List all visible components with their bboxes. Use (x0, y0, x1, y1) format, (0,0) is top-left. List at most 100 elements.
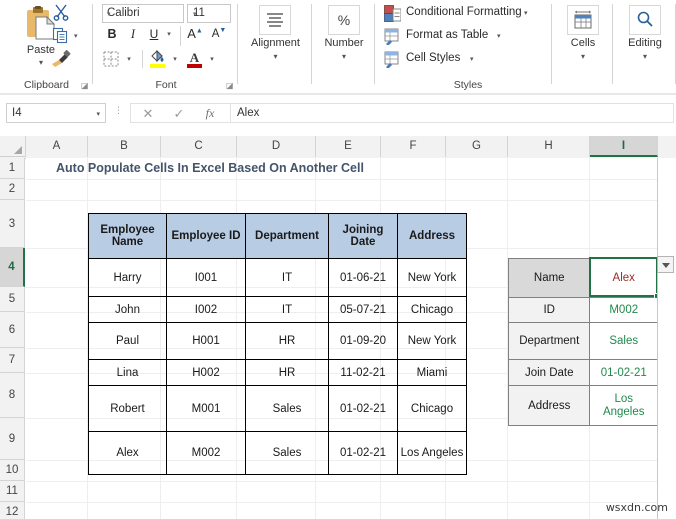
lookup-value-name[interactable]: Alex (589, 258, 658, 298)
cut-button[interactable] (52, 3, 70, 24)
find-select-icon (637, 11, 653, 27)
column-header-F[interactable]: F (381, 136, 446, 157)
format-painter-button[interactable] (50, 49, 72, 70)
editing-button[interactable] (629, 5, 661, 35)
row-header-9[interactable]: 9 (0, 418, 25, 460)
font-color-button[interactable]: A (186, 49, 203, 71)
bold-button[interactable]: B (104, 27, 120, 41)
italic-button[interactable]: I (125, 27, 141, 42)
ribbon-group-cells: Cells ▾ (553, 0, 613, 93)
column-header-A[interactable]: A (26, 136, 88, 157)
row-header-6[interactable]: 6 (0, 312, 25, 348)
row-header-8[interactable]: 8 (0, 373, 25, 418)
ribbon-group-number: % Number ▾ (313, 0, 375, 93)
alignment-button[interactable] (259, 5, 291, 35)
header-employee-id: Employee ID (166, 213, 246, 259)
row-header-10[interactable]: 10 (0, 460, 25, 481)
clipboard-group-label: Clipboard (24, 79, 69, 91)
cell-department: Sales (245, 431, 329, 475)
row-header-7[interactable]: 7 (0, 348, 25, 373)
scissors-icon (53, 4, 69, 21)
row-header-3[interactable]: 3 (0, 200, 25, 248)
lookup-row-department[interactable]: Department Sales (507, 322, 658, 360)
gridline (26, 179, 658, 180)
copy-button[interactable] (52, 27, 70, 48)
chevron-down-icon[interactable]: ▾ (524, 9, 528, 17)
name-box[interactable]: I4 ▾ (6, 103, 106, 123)
column-header-C[interactable]: C (161, 136, 237, 157)
lookup-value-id: M002 (589, 297, 658, 323)
borders-dropdown-caret[interactable]: ▾ (124, 55, 134, 63)
gridline (26, 502, 658, 503)
cells-dropdown-caret[interactable]: ▾ (553, 52, 613, 61)
row-header-2[interactable]: 2 (0, 179, 25, 200)
chevron-down-icon[interactable]: ▾ (497, 32, 501, 40)
column-header-I[interactable]: I (590, 136, 658, 157)
lookup-row-name[interactable]: Name Alex (507, 258, 658, 298)
row-header-1[interactable]: 1 (0, 158, 25, 179)
cells-label: Cells (570, 37, 596, 49)
table-row[interactable]: Robert M001 Sales 01-02-21 Chicago (88, 385, 467, 432)
sheet-surface[interactable]: Auto Populate Cells In Excel Based On An… (26, 158, 658, 520)
decrease-font-size-button[interactable]: A▼ (210, 27, 228, 40)
chevron-down-icon: ▾ (96, 111, 100, 118)
row-header-11[interactable]: 11 (0, 481, 25, 502)
confirm-edit-icon[interactable]: ✓ (164, 106, 194, 122)
cells-button[interactable] (567, 5, 599, 35)
font-size-combo[interactable]: 11 ▾ (187, 4, 231, 23)
lookup-value-department: Sales (589, 322, 658, 360)
chevron-down-icon[interactable]: ▾ (470, 55, 474, 63)
lookup-row-address[interactable]: Address Los Angeles (507, 385, 658, 426)
cell-name: John (88, 296, 167, 323)
column-header-D[interactable]: D (237, 136, 316, 157)
copy-dropdown-caret[interactable]: ▾ (74, 32, 78, 40)
vertical-scrollbar[interactable] (658, 158, 676, 520)
editing-dropdown-caret[interactable]: ▾ (614, 52, 676, 61)
select-all-corner[interactable] (0, 136, 26, 157)
number-dropdown-caret[interactable]: ▾ (313, 52, 375, 61)
cell-joining-date: 01-06-21 (328, 258, 398, 297)
fill-color-icon (150, 49, 165, 68)
table-row[interactable]: Harry I001 IT 01-06-21 New York (88, 258, 467, 297)
underline-button[interactable]: U (146, 27, 162, 41)
cell-name: Robert (88, 385, 167, 432)
chevron-down-icon: ▾ (193, 11, 197, 18)
lookup-label-address: Address (507, 385, 591, 426)
table-row[interactable]: Paul H001 HR 01-09-20 New York (88, 322, 467, 360)
row-header-12[interactable]: 12 (0, 502, 25, 520)
cancel-edit-icon[interactable]: ✕ (133, 106, 163, 122)
column-header-B[interactable]: B (88, 136, 161, 157)
group-divider (612, 4, 613, 84)
font-family-combo[interactable]: Calibri ▾ (102, 4, 184, 23)
font-dialog-launcher[interactable]: ◪ (226, 81, 235, 90)
cell-department: HR (245, 322, 329, 360)
data-validation-dropdown-button[interactable] (657, 256, 674, 273)
column-header-G[interactable]: G (446, 136, 508, 157)
lookup-row-join-date[interactable]: Join Date 01-02-21 (507, 359, 658, 386)
increase-font-size-button[interactable]: A▲ (186, 26, 204, 41)
insert-function-icon[interactable]: fx (195, 106, 225, 121)
number-format-button[interactable]: % (328, 5, 360, 35)
ribbon-group-editing: Editing ▾ (614, 0, 676, 93)
row-header-4[interactable]: 4 (0, 248, 25, 287)
styles-group-label: Styles (453, 79, 483, 91)
column-header-E[interactable]: E (316, 136, 381, 157)
alignment-dropdown-caret[interactable]: ▾ (239, 52, 312, 61)
lookup-row-id[interactable]: ID M002 (507, 297, 658, 323)
table-row[interactable]: Lina H002 HR 11-02-21 Miami (88, 359, 467, 386)
fill-color-dropdown-caret[interactable]: ▾ (170, 55, 180, 63)
underline-dropdown-caret[interactable]: ▾ (164, 30, 174, 38)
clipboard-dialog-launcher[interactable]: ◪ (81, 81, 90, 90)
font-color-dropdown-caret[interactable]: ▾ (207, 55, 217, 63)
cell-department: IT (245, 258, 329, 297)
row-header-5[interactable]: 5 (0, 287, 25, 312)
fill-color-button[interactable] (149, 49, 166, 71)
formula-input[interactable]: Alex (230, 103, 674, 123)
cell-department: HR (245, 359, 329, 386)
borders-button[interactable] (103, 51, 119, 70)
cell-joining-date: 01-09-20 (328, 322, 398, 360)
column-header-H[interactable]: H (508, 136, 590, 157)
table-row[interactable]: Alex M002 Sales 01-02-21 Los Angeles (88, 431, 467, 475)
lookup-value-address: Los Angeles (589, 385, 658, 426)
table-row[interactable]: John I002 IT 05-07-21 Chicago (88, 296, 467, 323)
